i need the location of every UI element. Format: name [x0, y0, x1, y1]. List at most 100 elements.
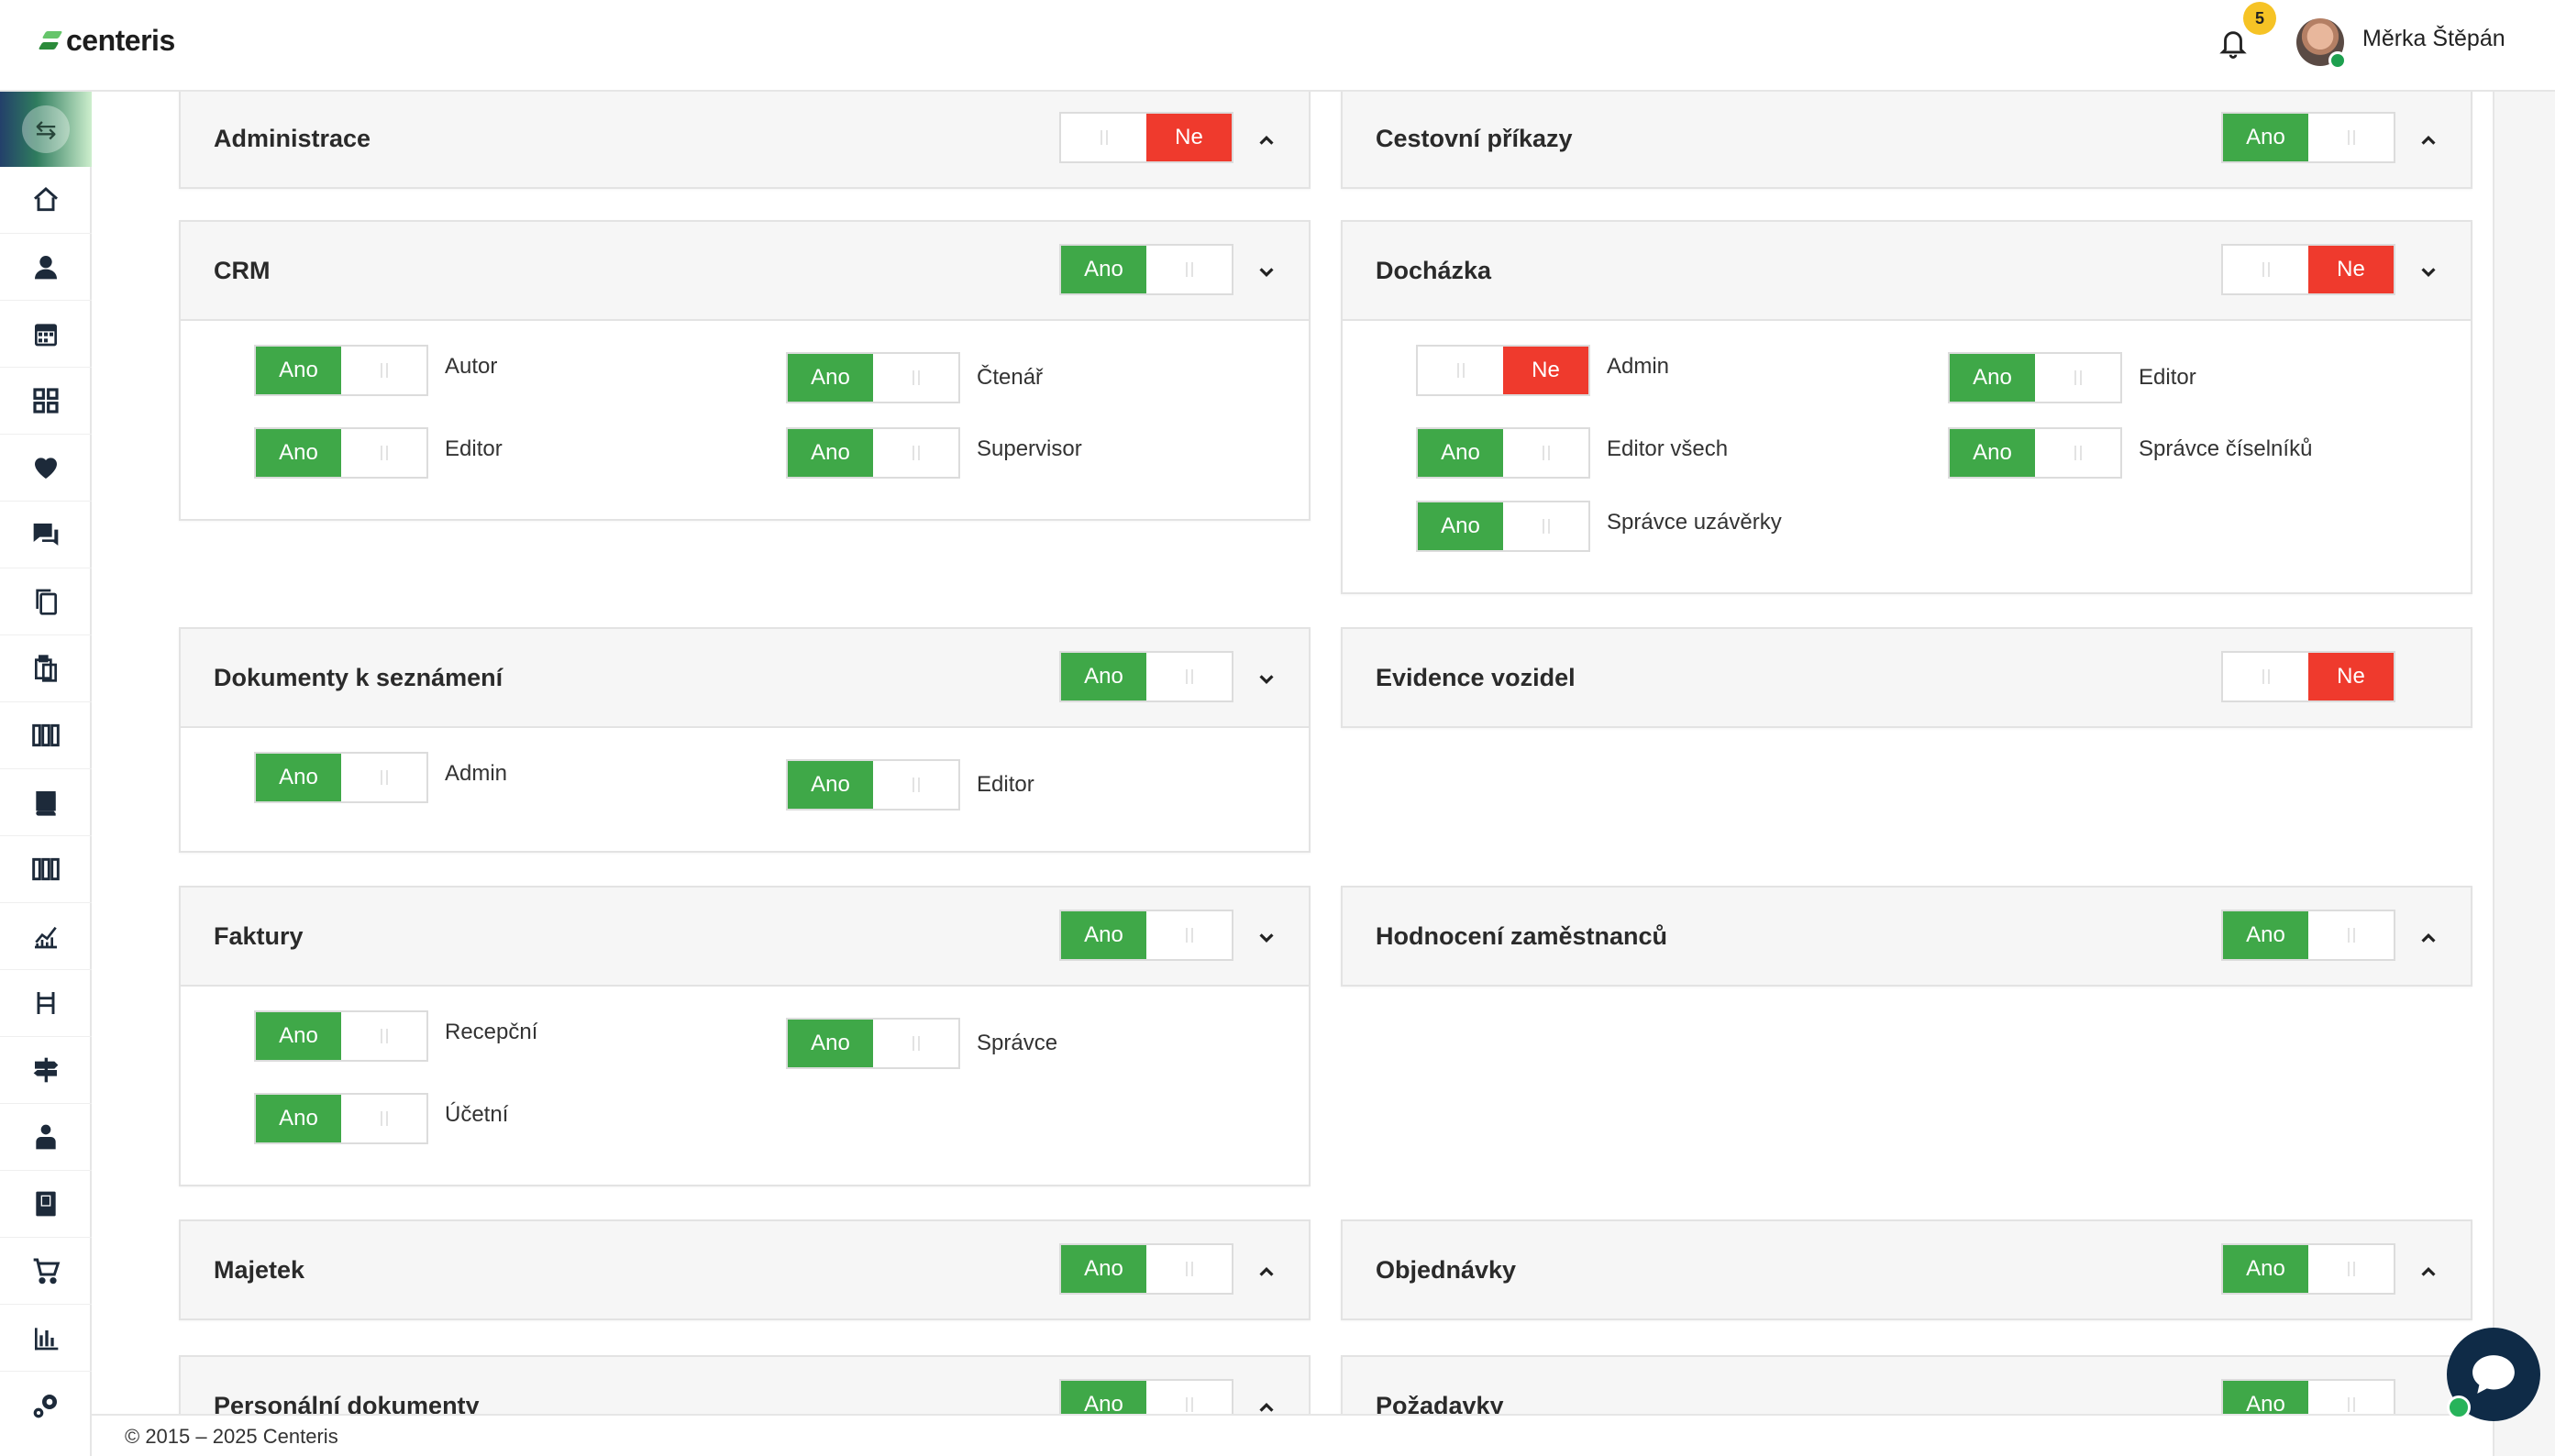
- sidebar-item-columns[interactable]: [0, 702, 92, 769]
- module-toggle[interactable]: Ano: [2221, 1243, 2395, 1295]
- toggle-no-option[interactable]: [1146, 1245, 1232, 1293]
- toggle-yes-option[interactable]: Ano: [788, 761, 873, 809]
- module-toggle[interactable]: Ano: [2221, 112, 2395, 163]
- module-toggle[interactable]: Ne: [1059, 112, 1233, 163]
- toggle-yes-option[interactable]: [1061, 114, 1146, 161]
- toggle-no-option[interactable]: [1146, 246, 1232, 293]
- toggle-no-option[interactable]: [2308, 114, 2394, 161]
- toggle-no-option[interactable]: Ne: [2308, 653, 2394, 700]
- module-toggle[interactable]: Ano: [2221, 1379, 2395, 1414]
- toggle-yes-option[interactable]: Ano: [1061, 911, 1146, 959]
- toggle-yes-option[interactable]: Ano: [2223, 911, 2308, 959]
- module-toggle[interactable]: Ano: [1059, 910, 1233, 961]
- toggle-no-option[interactable]: Ne: [1146, 114, 1232, 161]
- toggle-yes-option[interactable]: Ano: [256, 429, 341, 477]
- permission-toggle[interactable]: Ne: [1416, 345, 1590, 396]
- permission-toggle[interactable]: Ano: [254, 1093, 428, 1144]
- permission-toggle[interactable]: Ano: [1416, 501, 1590, 552]
- toggle-yes-option[interactable]: [2223, 653, 2308, 700]
- module-toggle[interactable]: Ne: [2221, 651, 2395, 702]
- toggle-no-option[interactable]: [2308, 911, 2394, 959]
- sidebar-item-book[interactable]: [0, 769, 92, 836]
- chevron-up-icon[interactable]: [2418, 1262, 2439, 1282]
- toggle-no-option[interactable]: [1146, 911, 1232, 959]
- user-name[interactable]: Měrka Štěpán: [2362, 26, 2505, 52]
- toggle-no-option[interactable]: [341, 429, 426, 477]
- toggle-no-option[interactable]: [2308, 1381, 2394, 1414]
- toggle-yes-option[interactable]: Ano: [256, 1095, 341, 1142]
- toggle-no-option[interactable]: [1146, 653, 1232, 700]
- chevron-up-icon[interactable]: [2418, 928, 2439, 948]
- toggle-no-option[interactable]: [341, 754, 426, 801]
- chevron-down-icon[interactable]: [1256, 262, 1277, 282]
- sidebar-item-favorites[interactable]: [0, 435, 92, 502]
- toggle-yes-option[interactable]: Ano: [2223, 1381, 2308, 1414]
- toggle-no-option[interactable]: [1503, 502, 1588, 550]
- sidebar-item-calendar[interactable]: [0, 301, 92, 368]
- module-toggle[interactable]: Ano: [1059, 1243, 1233, 1295]
- sidebar-item-clipboard[interactable]: [0, 635, 92, 702]
- bell-icon[interactable]: [2218, 26, 2249, 61]
- toggle-yes-option[interactable]: [2223, 246, 2308, 293]
- permission-toggle[interactable]: Ano: [1416, 427, 1590, 479]
- toggle-yes-option[interactable]: Ano: [788, 354, 873, 402]
- chevron-up-icon[interactable]: [1256, 1262, 1277, 1282]
- sidebar-item-employees[interactable]: [0, 1104, 92, 1171]
- chevron-up-icon[interactable]: [1256, 130, 1277, 150]
- toggle-yes-option[interactable]: Ano: [788, 1020, 873, 1067]
- toggle-no-option[interactable]: [873, 429, 958, 477]
- toggle-yes-option[interactable]: Ano: [2223, 114, 2308, 161]
- toggle-no-option[interactable]: [873, 761, 958, 809]
- toggle-yes-option[interactable]: Ano: [256, 347, 341, 394]
- toggle-yes-option[interactable]: Ano: [1061, 246, 1146, 293]
- toggle-no-option[interactable]: [2308, 1245, 2394, 1293]
- module-toggle[interactable]: Ano: [2221, 910, 2395, 961]
- chevron-up-icon[interactable]: [2418, 130, 2439, 150]
- module-toggle[interactable]: Ano: [1059, 651, 1233, 702]
- sidebar-item-furniture[interactable]: [0, 970, 92, 1037]
- toggle-yes-option[interactable]: Ano: [1418, 502, 1503, 550]
- toggle-yes-option[interactable]: Ano: [1418, 429, 1503, 477]
- toggle-no-option[interactable]: [341, 1095, 426, 1142]
- sidebar-item-user[interactable]: [0, 234, 92, 301]
- chevron-down-icon[interactable]: [1256, 669, 1277, 689]
- toggle-no-option[interactable]: [1503, 429, 1588, 477]
- permission-toggle[interactable]: Ano: [254, 427, 428, 479]
- toggle-no-option[interactable]: Ne: [2308, 246, 2394, 293]
- sidebar-item-statistics[interactable]: [0, 903, 92, 970]
- sidebar-item-reports[interactable]: [0, 1305, 92, 1372]
- toggle-no-option[interactable]: [873, 354, 958, 402]
- sidebar-item-columns-2[interactable]: [0, 836, 92, 903]
- chevron-down-icon[interactable]: [1256, 928, 1277, 948]
- chevron-down-icon[interactable]: [2418, 262, 2439, 282]
- permission-toggle[interactable]: Ano: [254, 345, 428, 396]
- sidebar-toggle-button[interactable]: ⇆: [0, 92, 92, 167]
- toggle-yes-option[interactable]: Ano: [256, 754, 341, 801]
- permission-toggle[interactable]: Ano: [254, 1010, 428, 1062]
- permission-toggle[interactable]: Ano: [1948, 427, 2122, 479]
- sidebar-item-home[interactable]: [0, 167, 92, 234]
- module-toggle[interactable]: Ano: [1059, 1379, 1233, 1414]
- toggle-yes-option[interactable]: Ano: [1950, 354, 2035, 402]
- permission-toggle[interactable]: Ano: [786, 352, 960, 403]
- sidebar-item-shop[interactable]: [0, 1238, 92, 1305]
- sidebar-item-documents[interactable]: [0, 568, 92, 635]
- module-toggle[interactable]: Ano: [1059, 244, 1233, 295]
- permission-toggle[interactable]: Ano: [254, 752, 428, 803]
- permission-toggle[interactable]: Ano: [1948, 352, 2122, 403]
- toggle-yes-option[interactable]: Ano: [1061, 1381, 1146, 1414]
- toggle-no-option[interactable]: [341, 1012, 426, 1060]
- sidebar-item-registry[interactable]: [0, 1171, 92, 1238]
- toggle-no-option[interactable]: [2035, 429, 2120, 477]
- toggle-yes-option[interactable]: Ano: [2223, 1245, 2308, 1293]
- toggle-yes-option[interactable]: Ano: [1061, 653, 1146, 700]
- module-toggle[interactable]: Ne: [2221, 244, 2395, 295]
- toggle-yes-option[interactable]: Ano: [1061, 1245, 1146, 1293]
- sidebar-item-messages[interactable]: [0, 502, 92, 568]
- permission-toggle[interactable]: Ano: [786, 1018, 960, 1069]
- toggle-yes-option[interactable]: Ano: [256, 1012, 341, 1060]
- toggle-no-option[interactable]: [1146, 1381, 1232, 1414]
- toggle-no-option[interactable]: [341, 347, 426, 394]
- permission-toggle[interactable]: Ano: [786, 427, 960, 479]
- toggle-yes-option[interactable]: Ano: [1950, 429, 2035, 477]
